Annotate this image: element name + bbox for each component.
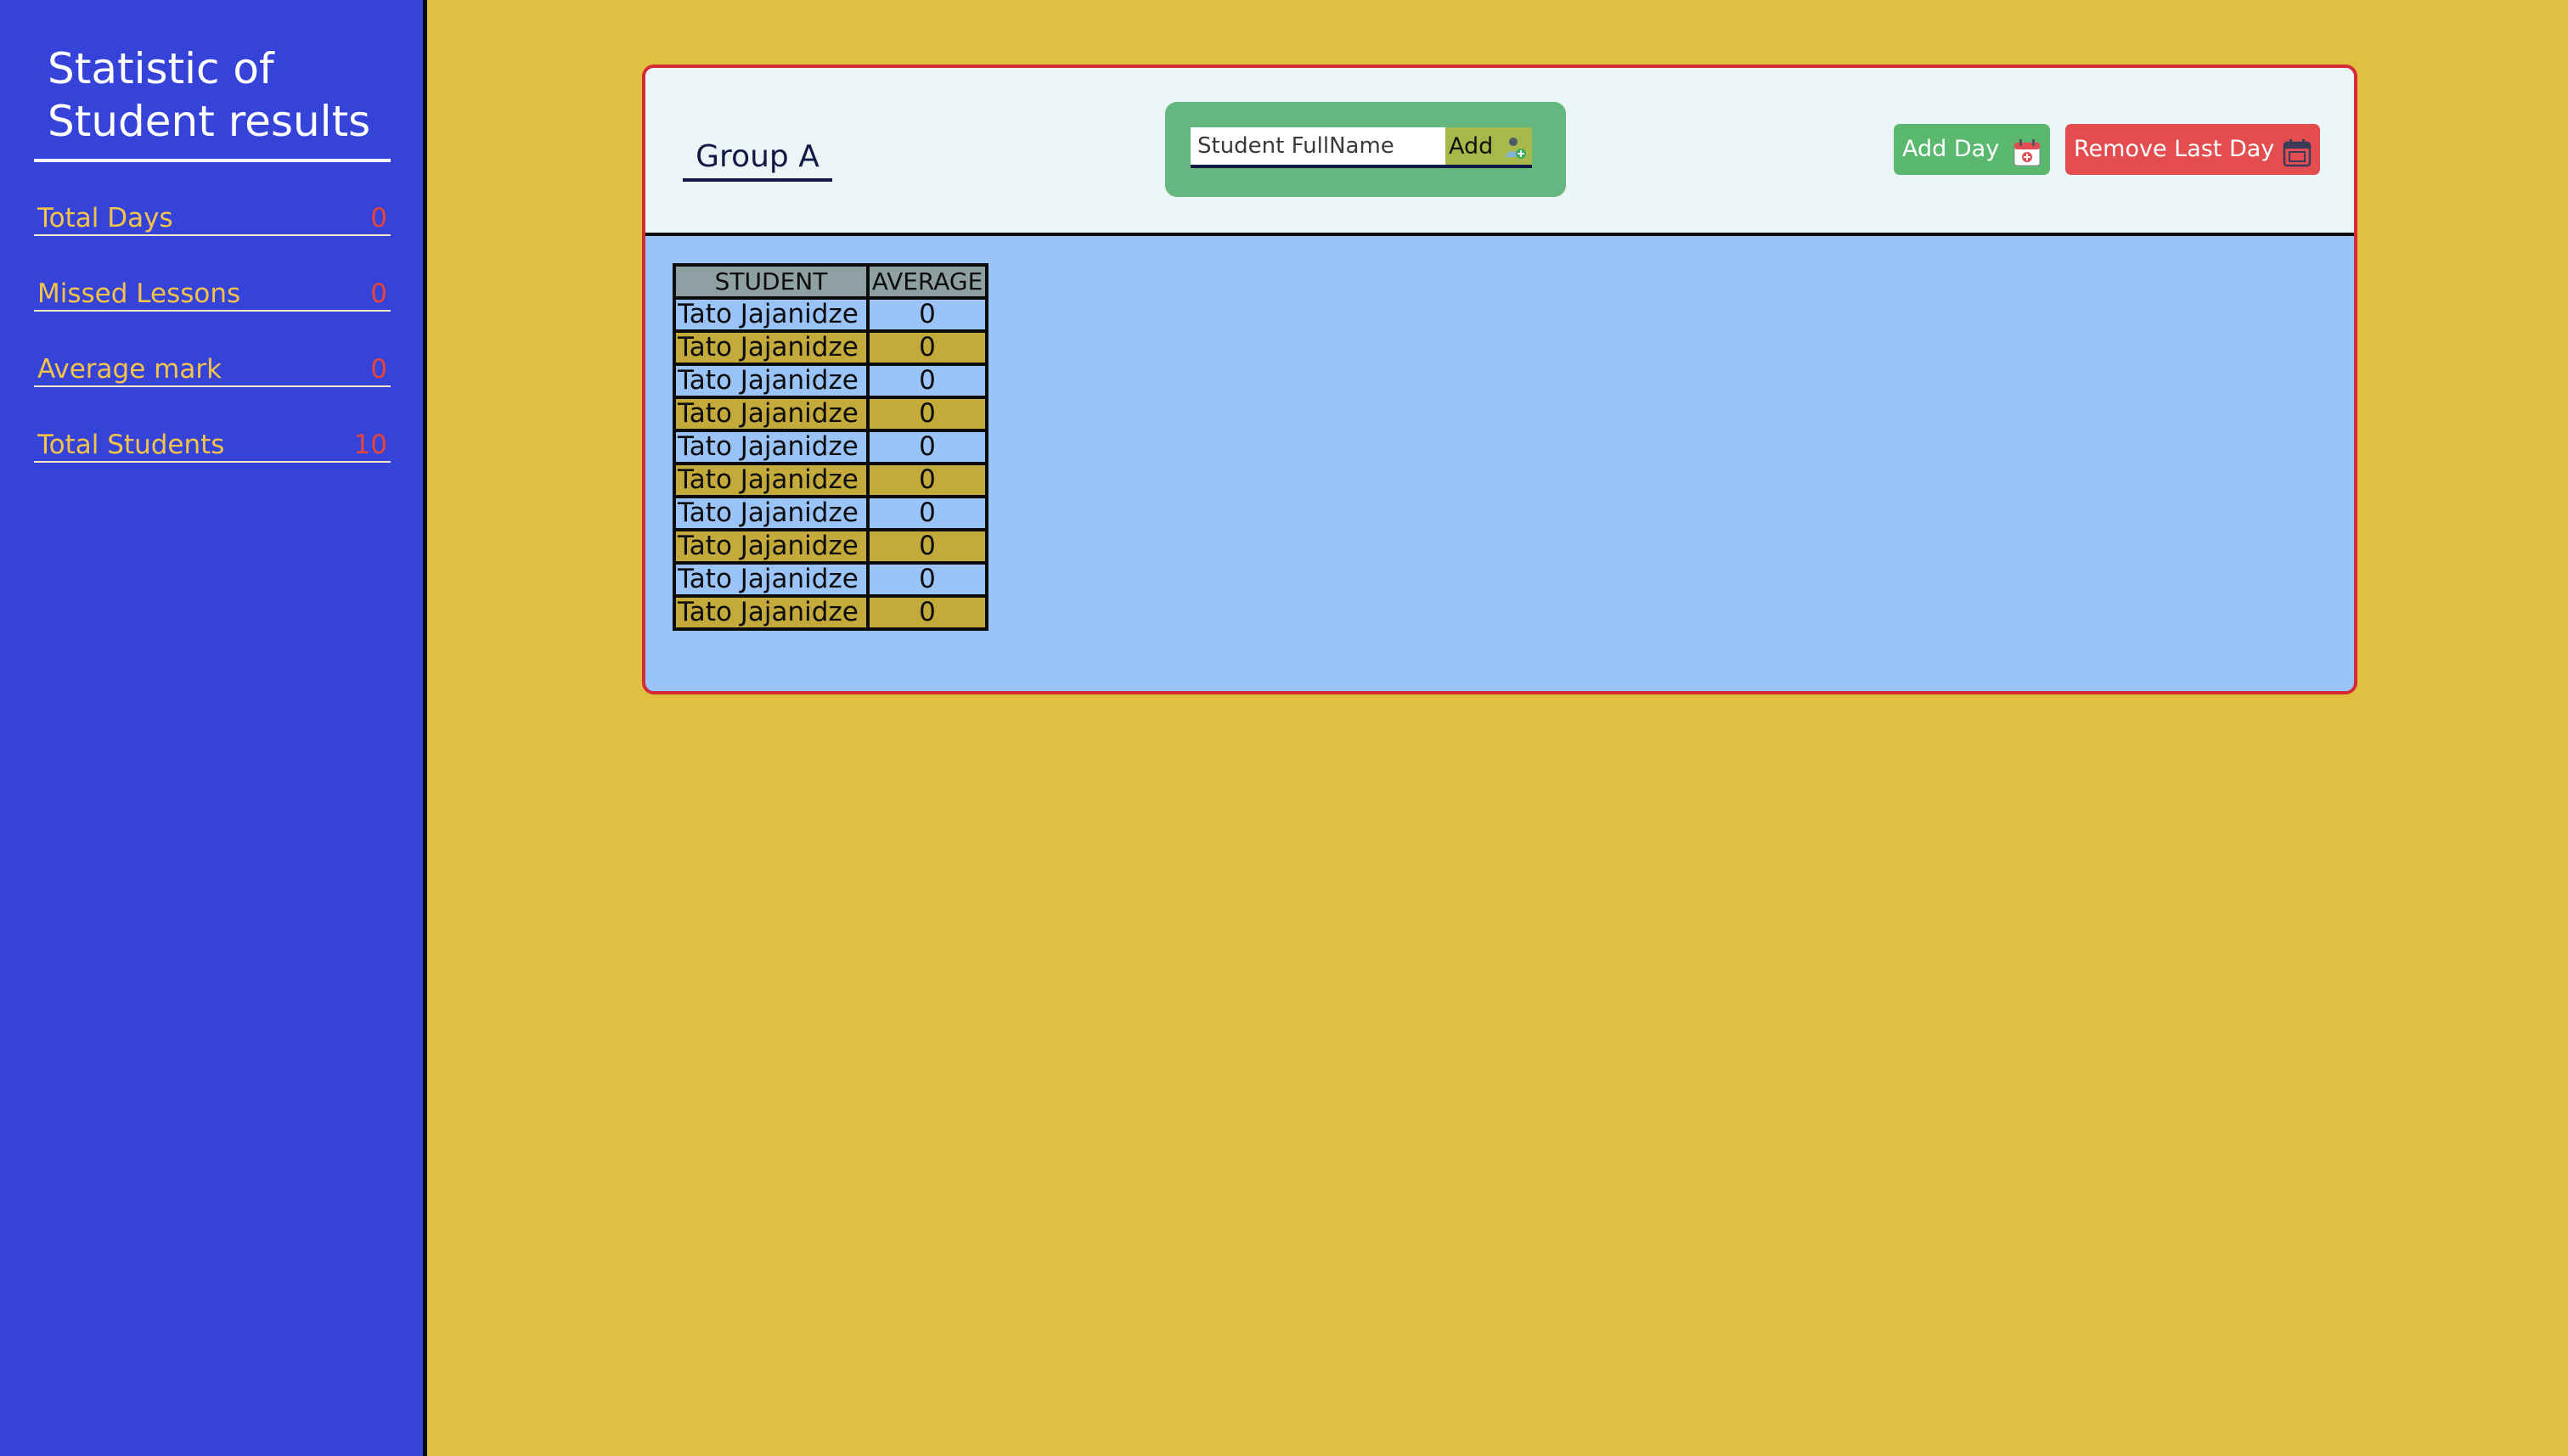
average-cell: 0 (866, 329, 988, 366)
table-row[interactable]: Tato Jajanidze 0 (673, 462, 988, 498)
sidebar-title: Statistic of Student results (48, 42, 396, 148)
column-header-average[interactable]: AVERAGE (866, 263, 988, 300)
stat-value: 10 (353, 430, 387, 460)
table-row[interactable]: Tato Jajanidze 0 (673, 396, 988, 432)
add-student-button[interactable]: Add (1445, 127, 1532, 168)
table-row[interactable]: Tato Jajanidze 0 (673, 528, 988, 565)
average-cell: 0 (866, 296, 988, 333)
student-name-cell: Tato Jajanidze (673, 462, 870, 498)
stat-value: 0 (370, 278, 387, 309)
add-user-icon (1503, 134, 1527, 160)
student-name-input[interactable] (1191, 127, 1445, 168)
remove-last-day-button[interactable]: Remove Last Day (2065, 124, 2320, 175)
group-card: Group A Add Add Day (642, 65, 2357, 694)
table-row[interactable]: Tato Jajanidze 0 (673, 429, 988, 465)
table-header-row: STUDENT AVERAGE (673, 263, 988, 300)
student-name-cell: Tato Jajanidze (673, 594, 870, 631)
student-name-cell: Tato Jajanidze (673, 429, 870, 465)
sidebar: Statistic of Student results Total Days … (0, 0, 427, 1456)
sidebar-title-line1: Statistic of (48, 44, 274, 93)
group-name[interactable]: Group A (683, 136, 832, 182)
average-cell: 0 (866, 462, 988, 498)
student-name-cell: Tato Jajanidze (673, 561, 870, 598)
student-name-cell: Tato Jajanidze (673, 495, 870, 531)
stat-label: Average mark (37, 354, 222, 385)
sidebar-title-line2: Student results (48, 97, 371, 146)
column-header-student[interactable]: STUDENT (673, 263, 870, 300)
average-cell: 0 (866, 363, 988, 399)
stat-label: Missed Lessons (37, 278, 241, 309)
stat-missed-lessons: Missed Lessons 0 (34, 276, 391, 312)
stat-average-mark: Average mark 0 (34, 351, 391, 387)
calendar-remove-icon (2283, 135, 2312, 167)
table-row[interactable]: Tato Jajanidze 0 (673, 495, 988, 531)
stat-total-days: Total Days 0 (34, 200, 391, 236)
remove-day-label: Remove Last Day (2074, 136, 2275, 162)
table-row[interactable]: Tato Jajanidze 0 (673, 594, 988, 631)
average-cell: 0 (866, 528, 988, 565)
add-student-label: Add (1449, 133, 1494, 160)
average-cell: 0 (866, 396, 988, 432)
student-name-cell: Tato Jajanidze (673, 363, 870, 399)
calendar-plus-icon (2013, 135, 2041, 166)
stat-label: Total Days (37, 203, 173, 233)
average-cell: 0 (866, 561, 988, 598)
stat-value: 0 (370, 203, 387, 233)
add-student-panel: Add (1165, 102, 1566, 197)
average-cell: 0 (866, 429, 988, 465)
table-row[interactable]: Tato Jajanidze 0 (673, 296, 988, 333)
stat-value: 0 (370, 354, 387, 385)
group-card-header: Group A Add Add Day (645, 68, 2354, 236)
average-cell: 0 (866, 495, 988, 531)
add-day-label: Add Day (1902, 136, 2000, 162)
table-row[interactable]: Tato Jajanidze 0 (673, 363, 988, 399)
student-name-cell: Tato Jajanidze (673, 329, 870, 366)
table-row[interactable]: Tato Jajanidze 0 (673, 329, 988, 366)
add-day-button[interactable]: Add Day (1894, 124, 2050, 175)
student-name-cell: Tato Jajanidze (673, 396, 870, 432)
stat-label: Total Students (37, 430, 225, 460)
stat-total-students: Total Students 10 (34, 427, 391, 463)
student-results-table: STUDENT AVERAGE Tato Jajanidze 0 Tato Ja… (673, 263, 988, 631)
student-name-cell: Tato Jajanidze (673, 528, 870, 565)
table-row[interactable]: Tato Jajanidze 0 (673, 561, 988, 598)
student-name-cell: Tato Jajanidze (673, 296, 870, 333)
average-cell: 0 (866, 594, 988, 631)
sidebar-title-divider (34, 159, 391, 162)
